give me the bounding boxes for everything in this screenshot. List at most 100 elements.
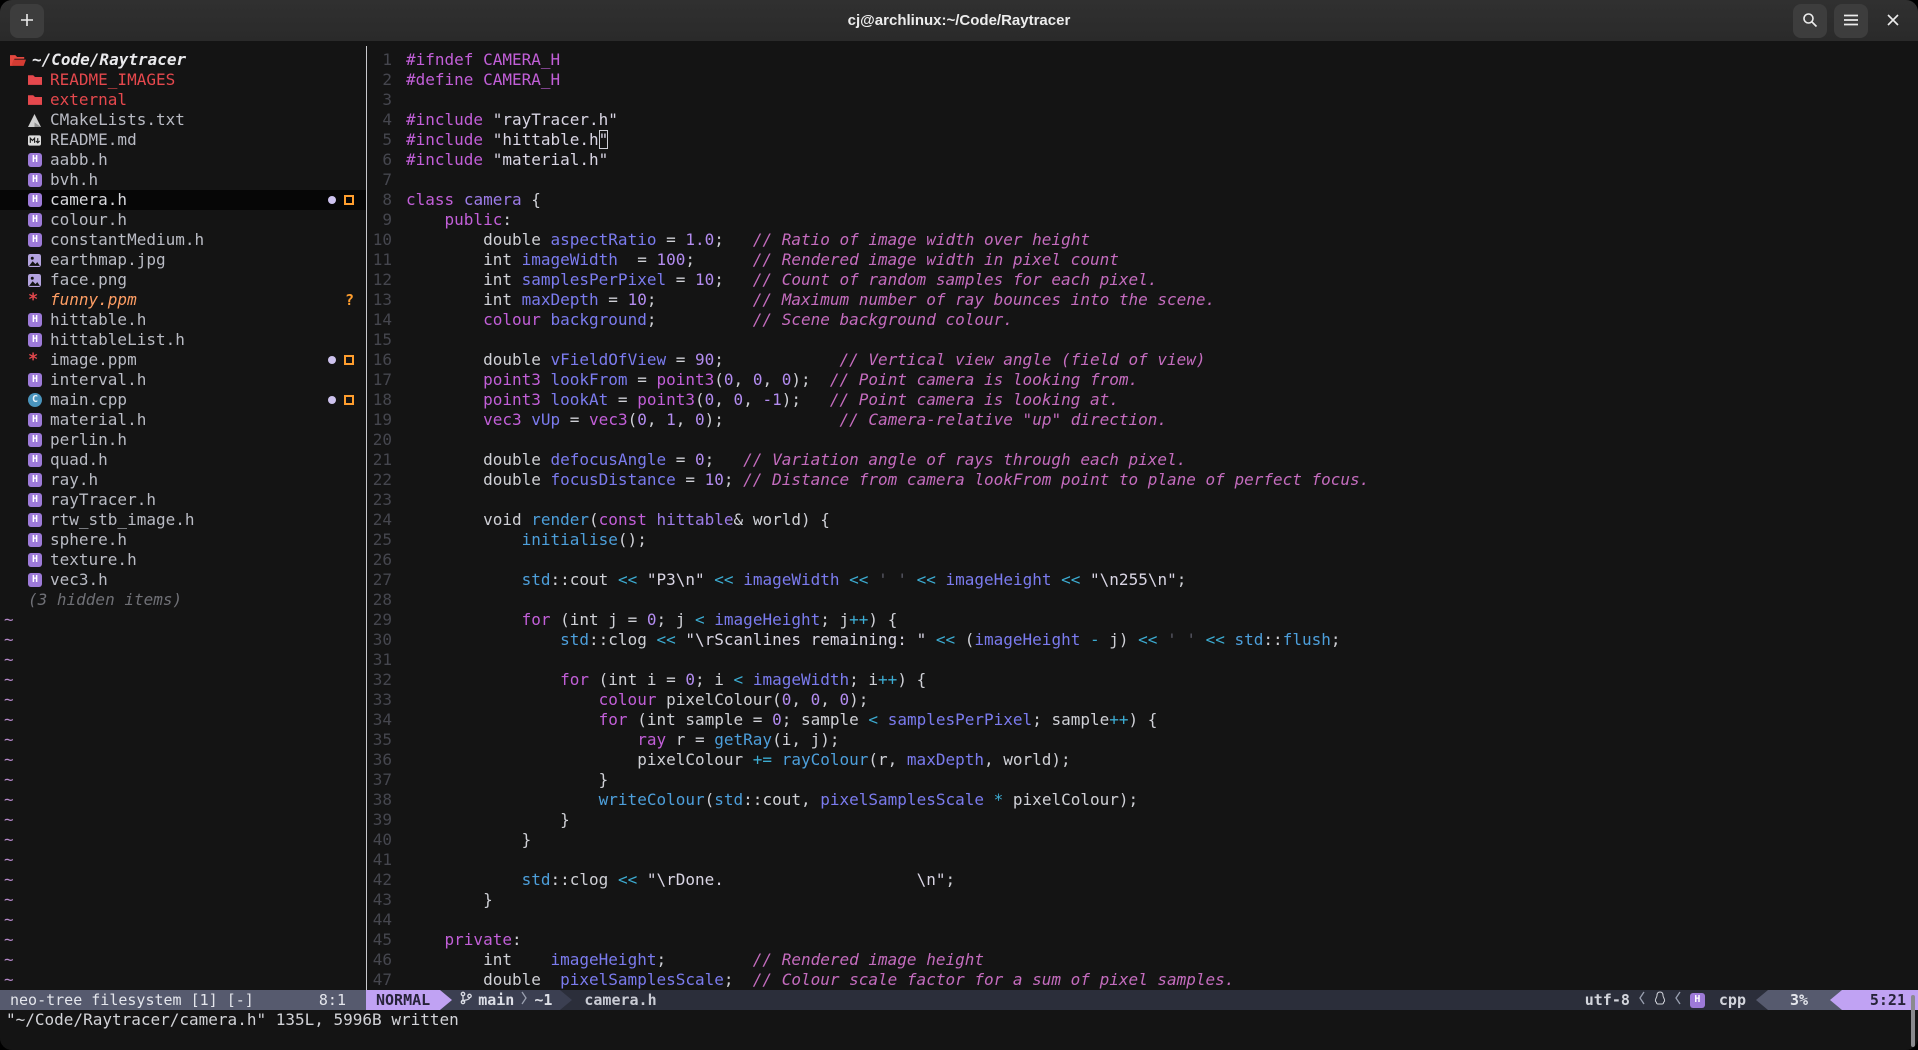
tree-item-coderaytracer[interactable]: ~/Code/Raytracer (0, 50, 366, 70)
code-line-14[interactable]: 14 colour background; // Scene backgroun… (368, 310, 1918, 330)
code-line-2[interactable]: 2#define CAMERA_H (368, 70, 1918, 90)
code-line-33[interactable]: 33 colour pixelColour(0, 0, 0); (368, 690, 1918, 710)
tree-item-hittablelist.h[interactable]: HhittableList.h (0, 330, 366, 350)
code-line-15[interactable]: 15 (368, 330, 1918, 350)
code-line-23[interactable]: 23 (368, 490, 1918, 510)
tree-item-perlin.h[interactable]: Hperlin.h (0, 430, 366, 450)
code-line-27[interactable]: 27 std::cout << "P3\n" << imageWidth << … (368, 570, 1918, 590)
tree-item-image.ppm[interactable]: *image.ppm (0, 350, 366, 370)
h-icon: H (28, 493, 45, 507)
tree-item-readme.md[interactable]: README.md (0, 130, 366, 150)
code-line-41[interactable]: 41 (368, 850, 1918, 870)
line-number: 39 (368, 810, 392, 830)
code-line-43[interactable]: 43 } (368, 890, 1918, 910)
code-line-10[interactable]: 10 double aspectRatio = 1.0; // Ratio of… (368, 230, 1918, 250)
tree-item-ray.h[interactable]: Hray.h (0, 470, 366, 490)
code-line-40[interactable]: 40 } (368, 830, 1918, 850)
chevron-left-icon (1674, 990, 1682, 1010)
code-line-12[interactable]: 12 int samplesPerPixel = 10; // Count of… (368, 270, 1918, 290)
code-text: std::cout << "P3\n" << imageWidth << ' '… (406, 570, 1186, 590)
tree-item-vec3.h[interactable]: Hvec3.h (0, 570, 366, 590)
code-line-42[interactable]: 42 std::clog << "\rDone. \n"; (368, 870, 1918, 890)
tree-item-camera.h[interactable]: Hcamera.h (0, 190, 366, 210)
neo-tree-sidebar: ~/Code/RaytracerREADME_IMAGESexternalCMa… (0, 50, 366, 990)
tree-item-external[interactable]: external (0, 90, 366, 110)
code-line-18[interactable]: 18 point3 lookAt = point3(0, 0, -1); // … (368, 390, 1918, 410)
code-line-16[interactable]: 16 double vFieldOfView = 90; // Vertical… (368, 350, 1918, 370)
buffer-open-dot (328, 356, 336, 364)
line-number: 47 (368, 970, 392, 990)
code-line-44[interactable]: 44 (368, 910, 1918, 930)
code-line-25[interactable]: 25 initialise(); (368, 530, 1918, 550)
titlebar: cj@archlinux:~/Code/Raytracer (0, 0, 1918, 42)
close-button[interactable] (1876, 4, 1910, 38)
scrollbar[interactable] (1911, 995, 1915, 1047)
tree-item-quad.h[interactable]: Hquad.h (0, 450, 366, 470)
search-button[interactable] (1793, 4, 1827, 38)
git-diff-count: ~1 (534, 990, 552, 1010)
code-line-4[interactable]: 4#include "rayTracer.h" (368, 110, 1918, 130)
tree-item-cmakelists.txt[interactable]: CMakeLists.txt (0, 110, 366, 130)
code-line-17[interactable]: 17 point3 lookFrom = point3(0, 0, 0); //… (368, 370, 1918, 390)
code-text: int samplesPerPixel = 10; // Count of ra… (406, 270, 1157, 290)
tree-item-readme_images[interactable]: README_IMAGES (0, 70, 366, 90)
line-number: 1 (368, 50, 392, 70)
tree-item-main.cpp[interactable]: Cmain.cpp (0, 390, 366, 410)
code-line-5[interactable]: 5#include "hittable.h" (368, 130, 1918, 150)
code-line-20[interactable]: 20 (368, 430, 1918, 450)
code-line-29[interactable]: 29 for (int j = 0; j < imageHeight; j++)… (368, 610, 1918, 630)
tree-item-earthmap.jpg[interactable]: earthmap.jpg (0, 250, 366, 270)
tree-item-material.h[interactable]: Hmaterial.h (0, 410, 366, 430)
code-line-35[interactable]: 35 ray r = getRay(i, j); (368, 730, 1918, 750)
code-line-8[interactable]: 8class camera { (368, 190, 1918, 210)
code-line-36[interactable]: 36 pixelColour += rayColour(r, maxDepth,… (368, 750, 1918, 770)
tree-item-face.png[interactable]: face.png (0, 270, 366, 290)
code-line-11[interactable]: 11 int imageWidth = 100; // Rendered ima… (368, 250, 1918, 270)
line-number: 10 (368, 230, 392, 250)
code-line-28[interactable]: 28 (368, 590, 1918, 610)
code-line-38[interactable]: 38 writeColour(std::cout, pixelSamplesSc… (368, 790, 1918, 810)
tree-item-label: material.h (50, 410, 146, 430)
tree-item-texture.h[interactable]: Htexture.h (0, 550, 366, 570)
code-line-22[interactable]: 22 double focusDistance = 10; // Distanc… (368, 470, 1918, 490)
tree-item-label: README.md (50, 130, 137, 150)
code-line-46[interactable]: 46 int imageHeight; // Rendered image he… (368, 950, 1918, 970)
code-line-7[interactable]: 7 (368, 170, 1918, 190)
tree-item-label: aabb.h (50, 150, 108, 170)
tree-item-funny.ppm[interactable]: *funny.ppm? (0, 290, 366, 310)
code-line-37[interactable]: 37 } (368, 770, 1918, 790)
code-line-9[interactable]: 9 public: (368, 210, 1918, 230)
code-line-34[interactable]: 34 for (int sample = 0; sample < samples… (368, 710, 1918, 730)
git-modified-icon (344, 195, 354, 205)
tree-item-aabb.h[interactable]: Haabb.h (0, 150, 366, 170)
h-icon: H (28, 473, 45, 487)
tree-item-interval.h[interactable]: Hinterval.h (0, 370, 366, 390)
line-number: 42 (368, 870, 392, 890)
code-line-21[interactable]: 21 double defocusAngle = 0; // Variation… (368, 450, 1918, 470)
empty-line-tilde: ~ (0, 770, 366, 790)
window-separator[interactable] (366, 46, 367, 990)
code-line-39[interactable]: 39 } (368, 810, 1918, 830)
code-line-24[interactable]: 24 void render(const hittable& world) { (368, 510, 1918, 530)
code-line-3[interactable]: 3 (368, 90, 1918, 110)
code-line-30[interactable]: 30 std::clog << "\rScanlines remaining: … (368, 630, 1918, 650)
tree-item-sphere.h[interactable]: Hsphere.h (0, 530, 366, 550)
code-line-19[interactable]: 19 vec3 vUp = vec3(0, 1, 0); // Camera-r… (368, 410, 1918, 430)
tree-item-constantmedium.h[interactable]: HconstantMedium.h (0, 230, 366, 250)
code-line-45[interactable]: 45 private: (368, 930, 1918, 950)
code-line-26[interactable]: 26 (368, 550, 1918, 570)
code-line-6[interactable]: 6#include "material.h" (368, 150, 1918, 170)
code-line-1[interactable]: 1#ifndef CAMERA_H (368, 50, 1918, 70)
code-line-13[interactable]: 13 int maxDepth = 10; // Maximum number … (368, 290, 1918, 310)
tree-item-rtw_stb_image.h[interactable]: Hrtw_stb_image.h (0, 510, 366, 530)
code-line-47[interactable]: 47 double pixelSamplesScale; // Colour s… (368, 970, 1918, 990)
tree-item-hittable.h[interactable]: Hhittable.h (0, 310, 366, 330)
tree-item-3hiddenitems[interactable]: (3 hidden items) (0, 590, 366, 610)
tree-item-colour.h[interactable]: Hcolour.h (0, 210, 366, 230)
tree-item-raytracer.h[interactable]: HrayTracer.h (0, 490, 366, 510)
code-line-32[interactable]: 32 for (int i = 0; i < imageWidth; i++) … (368, 670, 1918, 690)
tree-item-bvh.h[interactable]: Hbvh.h (0, 170, 366, 190)
powerline-separator (440, 990, 452, 1010)
menu-button[interactable] (1834, 4, 1868, 38)
code-line-31[interactable]: 31 (368, 650, 1918, 670)
